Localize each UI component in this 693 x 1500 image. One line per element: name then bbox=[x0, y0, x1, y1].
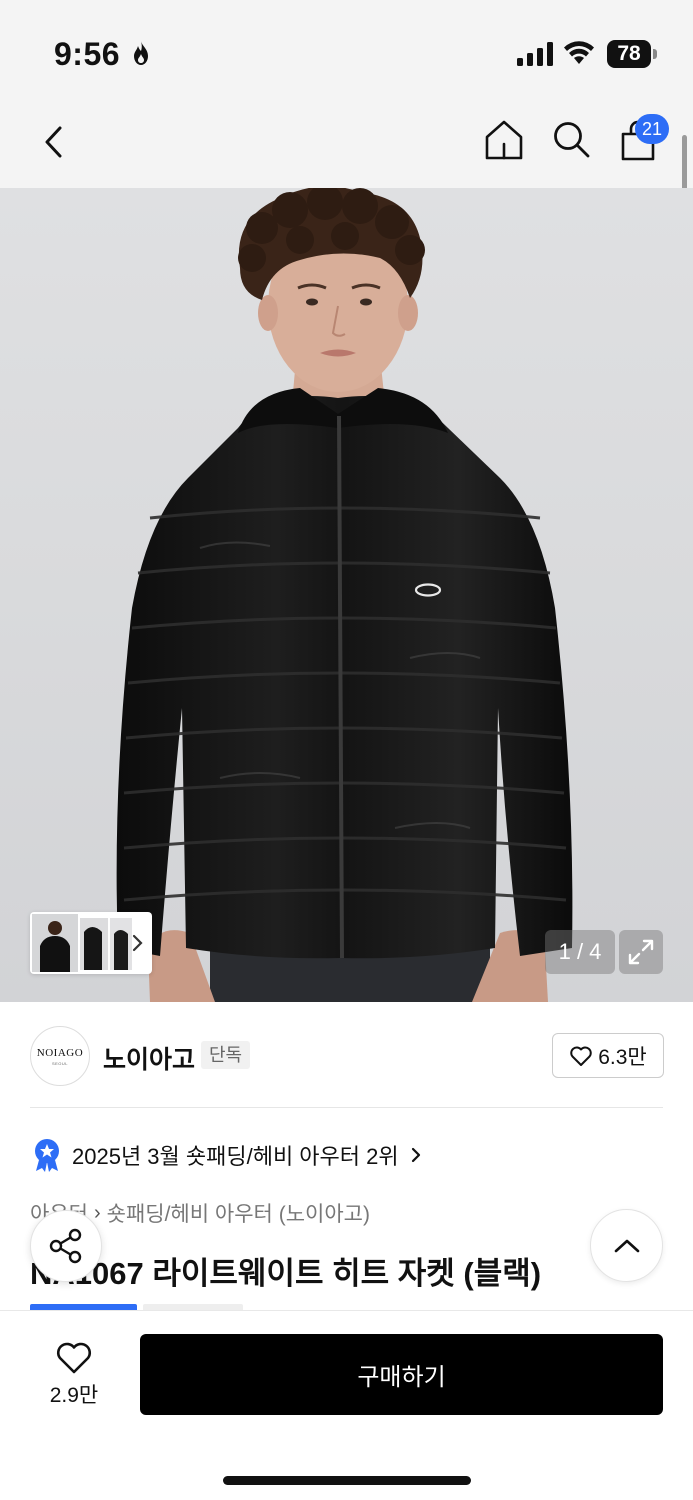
gallery-thumbnails-button[interactable] bbox=[30, 912, 152, 974]
scroll-to-top-button[interactable] bbox=[590, 1209, 663, 1282]
expand-image-button[interactable] bbox=[619, 930, 663, 974]
chevron-right-icon bbox=[411, 1147, 420, 1163]
expand-icon bbox=[628, 939, 654, 965]
status-bar: 9:56 78 bbox=[0, 0, 693, 100]
home-button[interactable] bbox=[482, 116, 526, 164]
thumbnail-strip bbox=[32, 914, 143, 972]
home-icon bbox=[485, 120, 523, 160]
section-divider bbox=[30, 1107, 663, 1108]
ranking-medal-icon bbox=[35, 1139, 59, 1172]
battery-tip bbox=[653, 49, 657, 59]
brand-like-button[interactable]: 6.3만 bbox=[552, 1033, 664, 1078]
status-time: 9:56 bbox=[54, 36, 121, 72]
ranking-text: 2025년 3월 숏패딩/헤비 아우터 2위 bbox=[72, 1144, 399, 1169]
share-icon bbox=[49, 1228, 82, 1264]
search-icon bbox=[554, 122, 590, 158]
flame-icon bbox=[134, 41, 148, 65]
share-button[interactable] bbox=[30, 1210, 102, 1282]
ranking-link[interactable]: 2025년 3월 숏패딩/헤비 아우터 2위 bbox=[32, 1138, 423, 1172]
back-button[interactable] bbox=[32, 120, 76, 164]
brand-like-count: 6.3만 bbox=[598, 1045, 647, 1069]
exclusive-badge: 단독 bbox=[201, 1041, 251, 1069]
chevron-right-icon bbox=[132, 934, 143, 952]
heart-outline-icon bbox=[57, 1342, 91, 1374]
heart-outline-icon bbox=[570, 1046, 592, 1066]
brand-logo-text: NOIAGO bbox=[36, 1046, 84, 1059]
cart-count-badge: 21 bbox=[635, 114, 669, 144]
breadcrumb-separator: › bbox=[93, 1201, 101, 1224]
product-image-carousel[interactable] bbox=[0, 188, 693, 1002]
product-title: NA1067 라이트웨이트 히트 자켓 (블랙) bbox=[30, 1256, 542, 1291]
brand-name[interactable]: 노이아고 bbox=[103, 1040, 195, 1076]
image-page-counter: 1 / 4 bbox=[545, 930, 615, 974]
chevron-up-icon bbox=[614, 1239, 639, 1252]
top-navigation bbox=[0, 100, 693, 188]
wishlist-button[interactable]: 2.9만 bbox=[30, 1335, 118, 1415]
wishlist-count: 2.9만 bbox=[49, 1384, 99, 1407]
brand-logo-subtext: SEOUL bbox=[51, 1060, 69, 1066]
brand-logo[interactable]: NOIAGO SEOUL bbox=[30, 1026, 90, 1086]
home-indicator[interactable] bbox=[223, 1476, 471, 1485]
buy-button[interactable]: 구매하기 bbox=[140, 1334, 663, 1415]
product-detail-page: 9:56 78 21 1 / 4 NOIAGO SEOUL 노이아고 단독 6.… bbox=[0, 0, 693, 1500]
cellular-signal-icon bbox=[517, 42, 553, 66]
chevron-left-icon bbox=[45, 126, 62, 158]
search-button[interactable] bbox=[548, 116, 594, 162]
product-photo bbox=[116, 188, 573, 1002]
battery-indicator: 78 bbox=[607, 40, 651, 68]
wifi-icon bbox=[564, 41, 594, 64]
breadcrumb-item-category[interactable]: 숏패딩/헤비 아우터 (노이아고) bbox=[107, 1198, 370, 1228]
